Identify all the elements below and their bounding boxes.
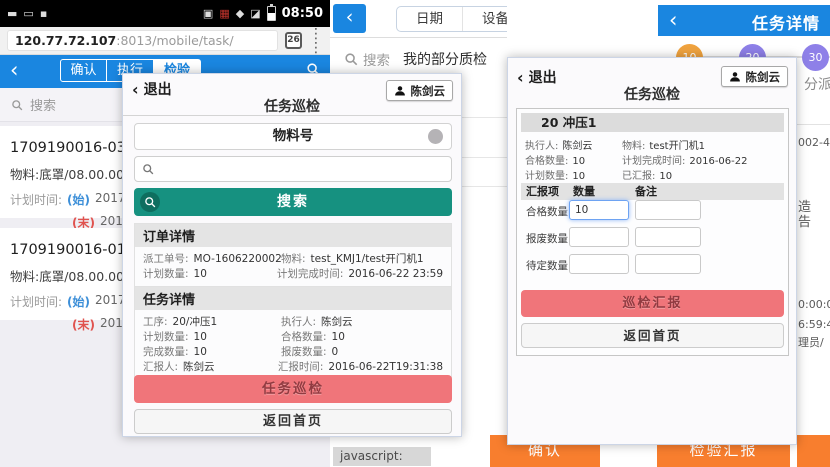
partial-time: 6:59:4 [798,318,830,331]
report-card: 20 冲压1 执行人:陈剑云 物料:test开门机1 合格数量:10 计划完成时… [516,108,789,356]
partial-admin: 理员/ [798,334,824,350]
battery-icon [267,6,276,21]
start-tag: (始) [67,191,90,208]
row-label-pending: 待定数量 [526,258,568,273]
scrap-qty-input[interactable] [569,227,629,247]
clock: 08:50 [282,6,323,21]
sim-icon: ▪ [40,8,47,19]
back-home-button[interactable]: 返回首页 [521,323,784,348]
material-no-selector[interactable]: 物料号 [134,123,452,150]
page-title: 任务详情 [752,10,820,34]
partial-order-no: 002-49 [798,136,830,149]
cast-icon: ▣ [203,8,213,19]
pending-qty-input[interactable] [569,254,629,274]
partial-time: 0:00:0 [798,298,830,311]
plan-finish-time: 2016-06-22 23:59 [348,268,443,280]
search-button[interactable]: 搜索 [134,188,452,216]
separator [797,124,830,125]
app-notification-icon: ▦ [219,8,229,19]
row-label-qualified: 合格数量 [526,204,568,219]
executor-value: 陈剑云 [321,316,353,328]
search-field[interactable]: 搜索 [344,49,390,69]
task-inspection-dialog: ‹退出 任务巡检 陈剑云 物料号 搜索 订单详情 派工单号:MO-16062 [122,73,462,437]
search-icon [140,192,160,212]
report-time: 2016-06-22T19:31:38 [328,361,443,373]
task-inspection-button[interactable]: 任务巡检 [134,375,452,403]
back-icon[interactable]: ‹ [669,9,689,31]
report-table-header: 汇报项 数量 备注 [521,183,784,200]
section-header: 任务详情 [135,287,451,310]
browser-url-bar: 120.77.72.107:8013/mobile/task/ 26 ⋮⋮ [0,27,330,55]
android-status-bar: ▬ ▭ ▪ ▣ ▦ ◆ ◪ 08:50 [0,0,330,27]
pending-remark-input[interactable] [635,254,701,274]
dispatch-label: 分派 [804,74,830,94]
url-host: 120.77.72.107 [15,33,116,48]
network-off-icon: ◪ [250,8,260,19]
url-field[interactable]: 120.77.72.107:8013/mobile/task/ [7,30,278,51]
plan-time-label: 计划时间: [10,293,62,310]
screenshot-root: ▬ ▭ ▪ ▣ ▦ ◆ ◪ 08:50 120.77.72.107:8013/m… [0,0,830,467]
qualified-remark-input[interactable] [635,200,701,220]
qualified-qty-input[interactable] [569,200,629,220]
user-icon [394,85,406,97]
browser-link-preview: javascript: [333,447,431,466]
task-details-section: 任务详情 工序:20/冲压1 执行人:陈剑云 计划数量:10 合格数量:10 完… [134,286,452,382]
section-title: 我的部分质检 [403,49,487,69]
plan-time-label: 计划时间: [10,191,62,208]
url-path: :8013/mobile/task/ [116,33,233,48]
row-label-scrap: 报废数量 [526,231,568,246]
back-button[interactable]: ‹ [333,4,366,33]
dialog-title: 任务巡检 [508,84,796,104]
current-user-button[interactable]: 陈剑云 [721,66,789,87]
right-app-header: ‹ 任务详情 [658,5,830,36]
plan-qty: 10 [194,268,207,280]
search-icon [11,99,23,111]
screenshot-icon: ▭ [23,8,33,19]
partial-text: 告 [798,211,811,230]
inspection-report-dialog: ‹退出 任务巡检 陈剑云 20 冲压1 执行人:陈剑云 物料:test开门机1 … [507,57,797,445]
step-30[interactable]: 30 [802,44,829,71]
dispatch-order-no: MO-1606220002 [194,253,282,265]
section-header: 订单详情 [135,224,451,247]
scrap-remark-input[interactable] [635,227,701,247]
wifi-icon: ◆ [236,8,244,19]
material-value: test_KMJ1/test开门机1 [311,253,424,265]
material-search-input[interactable] [134,156,452,182]
search-placeholder: 搜索 [30,95,56,114]
process-value: 20/冲压1 [173,316,218,328]
back-icon[interactable]: ‹ [10,59,30,81]
video-record-icon: ▬ [7,8,17,19]
inspection-report-submit-button[interactable]: 巡检汇报 [521,290,784,317]
process-section-header: 20 冲压1 [521,113,784,132]
back-home-button[interactable]: 返回首页 [134,409,452,434]
browser-menu-button[interactable]: ⋮⋮ [309,27,323,55]
start-tag: (始) [67,293,90,310]
search-icon [344,52,358,66]
order-details-section: 订单详情 派工单号:MO-1606220002 物料:test_KMJ1/tes… [134,223,452,289]
tab-count-button[interactable]: 26 [285,32,302,49]
user-icon [729,71,741,83]
toggle-dot-icon [428,129,443,144]
current-user-button[interactable]: 陈剑云 [386,80,454,101]
end-tag: (末) [72,316,95,333]
button-fragment[interactable] [797,435,830,467]
search-icon [142,163,154,175]
tab-confirm[interactable]: 确认 [60,59,107,82]
tab-date[interactable]: 日期 [397,7,463,31]
